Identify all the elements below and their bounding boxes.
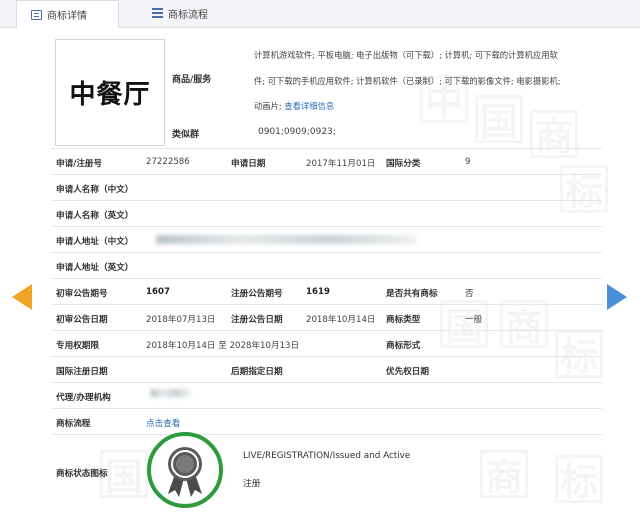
prelim-no-label: 初审公告期号 (56, 289, 108, 299)
address-en-label: 申请人地址（英文） (56, 263, 134, 273)
grid-row: 初审公告日期 2018年07月13日 注册公告日期 2018年10月14日 商标… (52, 304, 602, 331)
similar-group-label: 类似群 (172, 130, 200, 140)
reg-pub-no-value: 1619 (306, 287, 330, 297)
prelim-date-value: 2018年07月13日 (146, 315, 216, 325)
tab-label: 商标详情 (47, 11, 87, 22)
grid-row: 申请人名称（中文） (52, 174, 602, 201)
goods-list: 计算机游戏软件; 平板电脑; 电子出版物（可下载）; 计算机; 可下载的计算机应… (254, 43, 609, 120)
intl-class-label: 国际分类 (386, 159, 421, 169)
trademark-name: 中餐厅 (69, 80, 151, 110)
status-text-en: LIVE/REGISTRATION/Issued and Active (243, 451, 411, 461)
grid-row: 申请/注册号 27222586 申请日期 2017年11月01日 国际分类 9 (52, 148, 602, 175)
status-icon-label: 商标状态图标 (56, 469, 108, 479)
grid-row: 申请人地址（英文） (52, 252, 602, 279)
grid-row: 申请人名称（英文） (52, 200, 602, 227)
registered-status-icon (147, 432, 223, 508)
apply-date-value: 2017年11月01日 (306, 159, 376, 169)
applicant-cn-label: 申请人名称（中文） (56, 185, 134, 195)
intl-class-value: 9 (465, 157, 471, 167)
goods-line: 动画片; (254, 101, 282, 111)
goods-line: 件; 可下载的手机应用软件; 计算机软件（已录制）; 可下载的影像文件; 电影摄… (254, 75, 561, 86)
reg-pub-date-label: 注册公告日期 (231, 315, 283, 325)
prev-arrow-icon[interactable] (12, 284, 32, 310)
grid-row: 专用权期限 2018年10月14日 至 2028年10月13日 商标形式 (52, 330, 602, 357)
reg-pub-no-label: 注册公告期号 (231, 289, 283, 299)
reg-no-label: 申请/注册号 (56, 159, 103, 169)
reg-pub-date-value: 2018年10月14日 (306, 315, 376, 325)
applicant-en-label: 申请人名称（英文） (56, 211, 134, 221)
goods-line: 计算机游戏软件; 平板电脑; 电子出版物（可下载）; 计算机; 可下载的计算机应… (254, 50, 558, 60)
process-view-link[interactable]: 点击查看 (146, 417, 180, 429)
goods-line-last: 动画片; 查看详细信息 (254, 94, 609, 120)
apply-date-label: 申请日期 (231, 159, 266, 169)
grid-row: 国际注册日期 后期指定日期 优先权日期 (52, 356, 602, 383)
grid-row: 申请人地址（中文） (52, 226, 602, 253)
goods-label: 商品/服务 (172, 75, 212, 85)
agent-label: 代理/办理机构 (56, 393, 111, 403)
mark-form-label: 商标形式 (386, 341, 421, 351)
view-details-link[interactable]: 查看详细信息 (284, 101, 334, 111)
grid-row: 初审公告期号 1607 注册公告期号 1619 是否共有商标 否 (52, 278, 602, 305)
status-text-cn: 注册 (243, 479, 261, 489)
tab-trademark-detail[interactable]: 商标详情 (16, 0, 119, 28)
grid-row: 商标状态图标 (52, 434, 602, 512)
mark-type-label: 商标类型 (386, 315, 421, 325)
grid-row: 代理/办理机构 (52, 382, 602, 409)
process-label: 商标流程 (56, 419, 91, 429)
late-date-label: 后期指定日期 (231, 367, 283, 377)
shared-value: 否 (465, 289, 474, 299)
prelim-no-value: 1607 (146, 287, 170, 297)
redacted-value (156, 235, 416, 244)
similar-group-value: 0901;0909;0923; (258, 127, 336, 137)
grid-row: 商标流程 点击查看 (52, 408, 602, 435)
trademark-detail-page: 中 国 商 标 国 商 标 国 商 标 商标详情 商标流程 中餐厅 商品/服务 … (0, 0, 640, 512)
tab-bar: 商标详情 商标流程 (0, 0, 640, 28)
redacted-value (150, 389, 190, 397)
award-badge-icon (168, 447, 202, 497)
address-cn-label: 申请人地址（中文） (56, 237, 134, 247)
priority-label: 优先权日期 (386, 367, 429, 377)
intl-reg-date-label: 国际注册日期 (56, 367, 108, 377)
shared-label: 是否共有商标 (386, 289, 438, 299)
reg-no-value: 27222586 (146, 157, 190, 167)
mark-type-value: 一般 (465, 315, 483, 325)
list-icon (152, 8, 163, 18)
document-icon (31, 9, 42, 20)
next-arrow-icon[interactable] (607, 284, 627, 310)
exclusive-value: 2018年10月14日 至 2028年10月13日 (146, 341, 300, 351)
exclusive-label: 专用权期限 (56, 341, 99, 351)
tab-label: 商标流程 (168, 9, 208, 21)
prelim-date-label: 初审公告日期 (56, 315, 108, 325)
tab-trademark-process[interactable]: 商标流程 (138, 0, 233, 26)
trademark-image: 中餐厅 (55, 39, 165, 146)
